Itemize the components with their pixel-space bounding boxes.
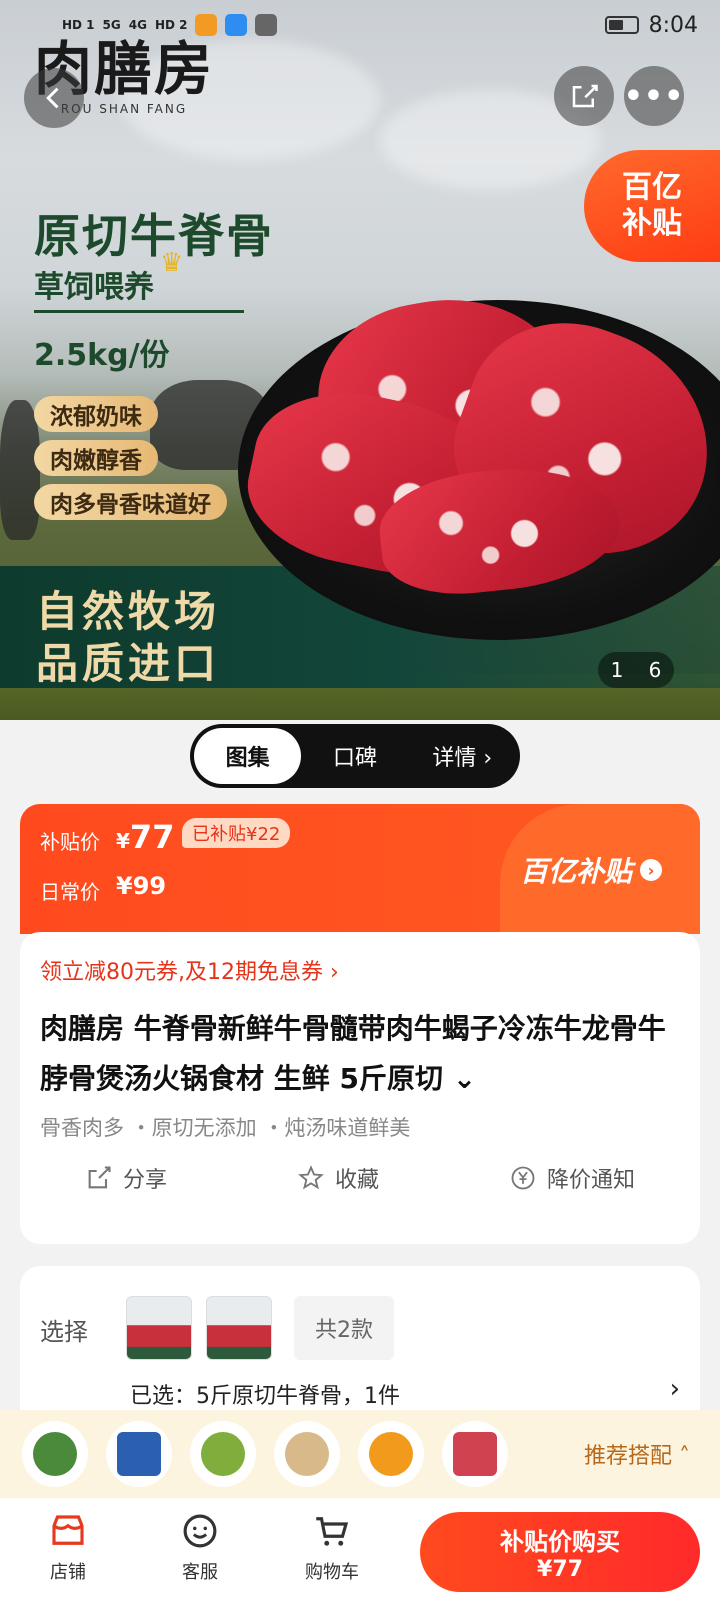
package-icon [117, 1432, 161, 1476]
currency: ¥ [116, 829, 130, 853]
product-actions: 分享 收藏 降价通知 [20, 1162, 700, 1194]
cart-label: 购物车 [305, 1562, 359, 1583]
product-title[interactable]: 肉膳房 牛脊骨新鲜牛骨髓带肉牛蝎子冷冻牛龙骨牛脖骨煲汤火锅食材 生鲜 5斤原切 … [40, 1004, 680, 1104]
back-arrow-icon [46, 87, 59, 109]
feature-pill: 浓郁奶味 [34, 396, 158, 432]
more-icon: ••• [623, 78, 685, 114]
variant-thumbnail[interactable] [126, 1296, 192, 1360]
price-alert-label: 降价通知 [546, 1168, 635, 1193]
hd-label-2: HD 2 [154, 18, 188, 32]
subsidy-badge-line: 补贴 [622, 206, 682, 241]
shop-label: 店铺 [50, 1562, 86, 1583]
feature-pill: 肉多骨香味道好 [34, 484, 227, 520]
yen-circle-icon [511, 1166, 535, 1190]
recommend-item-radish[interactable] [190, 1421, 256, 1487]
product-page: 原切牛脊骨 草饲喂养 ♛ 2.5kg/份 浓郁奶味 肉嫩醇香 肉多骨香味道好 自… [0, 0, 720, 1600]
hero-tagline: 草饲喂养 [34, 270, 154, 305]
crown-icon: ♛ [160, 248, 184, 278]
recommend-item-mushroom[interactable] [274, 1421, 340, 1487]
clock: 8:04 [648, 12, 698, 38]
product-features: 骨香肉多 ・原切无添加 ・炖汤味道鲜美 [40, 1116, 411, 1140]
cart-button[interactable]: 购物车 [282, 1510, 382, 1584]
tab-reviews[interactable]: 口碑 [301, 728, 408, 784]
shop-icon [52, 1515, 84, 1545]
saved-badge: 已补贴¥22 [182, 818, 291, 848]
variant-thumbnail[interactable] [206, 1296, 272, 1360]
tab-details[interactable]: 详情 › [409, 728, 516, 784]
status-left: HD 1 5G 4G HD 2 [62, 14, 278, 36]
selected-variant: 已选：5斤原切牛脊骨，1件 [130, 1384, 400, 1409]
star-icon [298, 1165, 324, 1190]
shield-notification-icon [255, 14, 278, 36]
image-counter-current: 1 [610, 658, 624, 682]
variant-count[interactable]: 共2款 [294, 1296, 394, 1360]
image-counter-total: 6 [648, 658, 662, 682]
subsidy-program-label: 百亿补贴 [520, 855, 633, 888]
mushroom-icon [285, 1432, 329, 1476]
subsidy-badge: 百亿 补贴 [584, 150, 720, 262]
recommend-item-meat[interactable] [442, 1421, 508, 1487]
subsidy-price: ¥77 [116, 818, 174, 856]
recommend-item-orange[interactable] [358, 1421, 424, 1487]
select-label: 选择 [40, 1318, 88, 1346]
daily-price: ¥99 [116, 872, 167, 900]
buy-button-label: 补贴价购买 [500, 1528, 620, 1556]
chevron-right-icon: › [669, 1374, 680, 1404]
cow-silhouette [0, 400, 40, 540]
recommend-item-cucumber[interactable] [22, 1421, 88, 1487]
battery-icon [604, 16, 639, 34]
gallery-tabs: 图集 口碑 详情 › [190, 724, 520, 788]
signal-5g: 5G [102, 18, 121, 32]
more-button[interactable]: ••• [624, 66, 684, 126]
share-action-button[interactable]: 分享 [85, 1162, 167, 1194]
buy-button[interactable]: 补贴价购买 ¥77 [420, 1512, 700, 1592]
chat-face-icon [183, 1514, 217, 1548]
bottom-bar: 店铺 客服 购物车 补贴价购买 ¥77 [0, 1498, 720, 1600]
signal-4g: 4G [128, 18, 147, 32]
status-bar: HD 1 5G 4G HD 2 8:04 [0, 0, 720, 50]
chevron-right-icon: › [640, 859, 663, 881]
buy-button-price: ¥77 [537, 1557, 583, 1582]
mail-notification-icon [225, 14, 248, 36]
hero-slogan: 品质进口 [36, 639, 221, 688]
price-card[interactable]: 补贴价 ¥77 已补贴¥22 日常价 ¥99 百亿补贴 › [20, 804, 700, 934]
recommend-toggle[interactable]: 推荐搭配 ˄ [584, 1438, 690, 1470]
share-icon [572, 84, 598, 108]
back-button[interactable] [24, 68, 84, 128]
customer-service-button[interactable]: 客服 [150, 1510, 250, 1584]
cucumber-icon [33, 1432, 77, 1476]
orange-icon [369, 1432, 413, 1476]
tab-gallery[interactable]: 图集 [194, 728, 302, 784]
share-button[interactable] [554, 66, 614, 126]
recommend-item-seafood[interactable] [106, 1421, 172, 1487]
hd-label: HD 1 [62, 18, 95, 32]
favorite-button[interactable]: 收藏 [297, 1162, 379, 1194]
feature-pill: 肉嫩醇香 [34, 440, 158, 476]
daily-price-label: 日常价 [40, 880, 100, 904]
divider [34, 310, 244, 313]
product-info-card: 领立减80元券,及12期免息券 › 肉膳房 牛脊骨新鲜牛骨髓带肉牛蝎子冷冻牛龙骨… [20, 932, 700, 1244]
favorite-label: 收藏 [334, 1168, 379, 1193]
service-label: 客服 [182, 1562, 218, 1583]
image-counter: 1 6 [598, 652, 674, 688]
coupon-link[interactable]: 领立减80元券,及12期免息券 › [40, 954, 339, 986]
share-icon [88, 1166, 111, 1189]
radish-icon [201, 1432, 245, 1476]
app-notification-icon [195, 14, 218, 36]
share-label: 分享 [122, 1168, 167, 1193]
meat-pack-icon [453, 1432, 497, 1476]
price-alert-button[interactable]: 降价通知 [509, 1162, 635, 1194]
hero-weight: 2.5kg/份 [34, 338, 170, 373]
subsidy-program-link[interactable]: 百亿补贴 › [520, 850, 663, 890]
subsidy-price-label: 补贴价 [40, 830, 100, 854]
status-right: 8:04 [604, 12, 698, 38]
cart-icon [316, 1517, 349, 1546]
recommend-bar: 推荐搭配 ˄ [0, 1410, 720, 1498]
hero-title: 原切牛脊骨 [34, 209, 274, 263]
subsidy-price-value: 77 [129, 818, 175, 856]
subsidy-badge-line: 百亿 [622, 170, 682, 205]
shop-button[interactable]: 店铺 [18, 1510, 118, 1584]
